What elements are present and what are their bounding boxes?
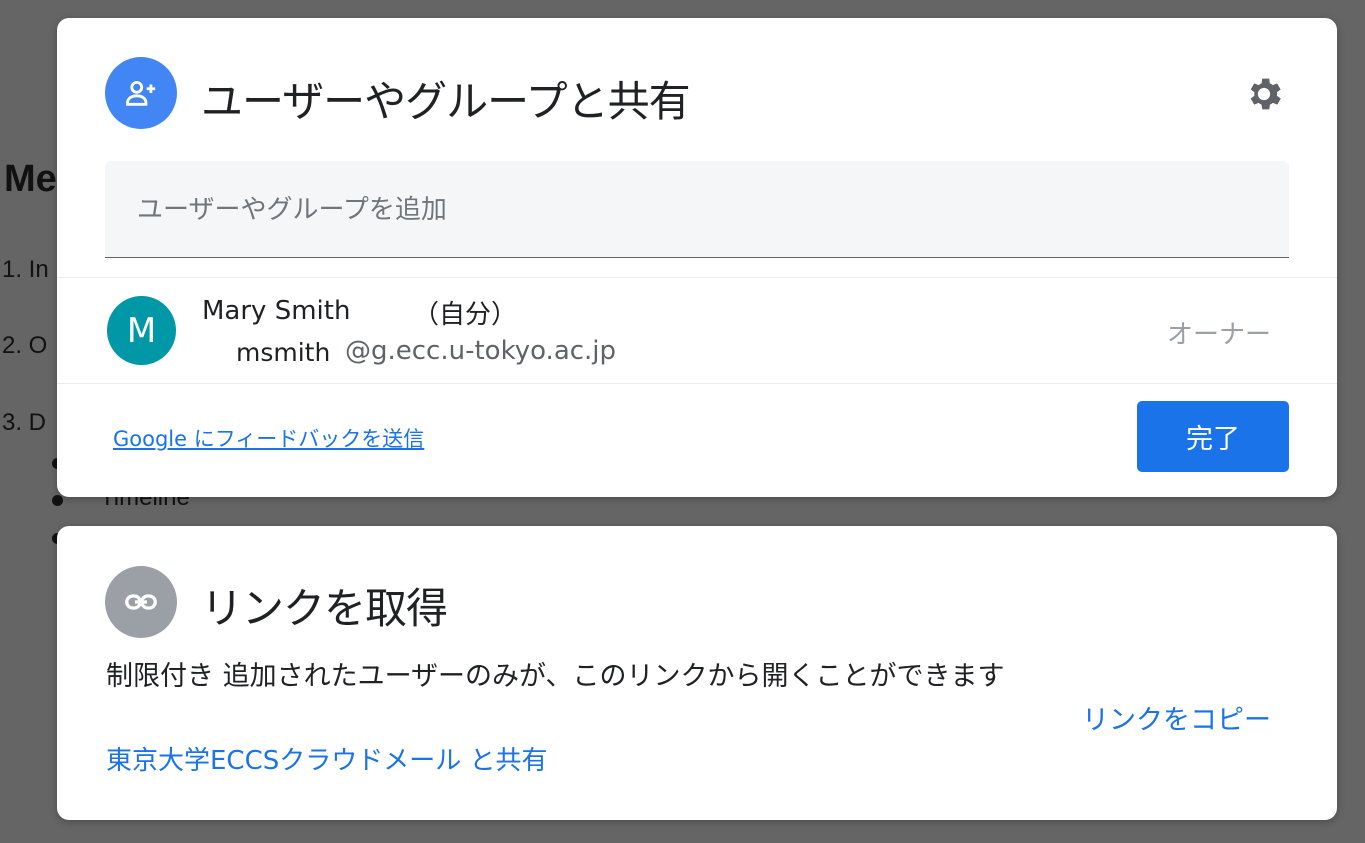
share-with-org-link[interactable]: 東京大学ECCSクラウドメール と共有 [106,740,548,777]
person-add-icon [105,57,177,129]
link-icon [105,566,177,638]
avatar: M [107,296,176,365]
get-link-title: リンクを取得 [201,584,448,633]
doc-list-item: 1. In [2,256,49,283]
copy-link-button[interactable]: リンクをコピー [1082,698,1271,737]
doc-list-item: 3. D [2,409,47,436]
member-role: オーナー [1166,320,1271,350]
share-dialog-title: ユーザーやグループと共有 [201,77,691,126]
member-self-label: （自分） [413,300,518,330]
member-name: Mary Smith [202,296,351,326]
done-button[interactable]: 完了 [1137,401,1289,472]
link-restriction-text: 制限付き 追加されたユーザーのみが、このリンクから開くことができます [106,661,1005,692]
add-people-input[interactable] [135,187,1239,233]
gear-icon[interactable] [1241,71,1287,117]
get-link-dialog: リンクを取得 制限付き 追加されたユーザーのみが、このリンクから開くことができま… [57,526,1337,820]
bullet-point [52,495,63,506]
add-people-field[interactable] [105,161,1289,258]
member-username: msmith [236,338,331,367]
member-email-domain: @g.ecc.u-tokyo.ac.jp [345,336,617,366]
doc-list-item: 2. O [2,332,48,359]
share-dialog: ユーザーやグループと共有 M Mary Smith （自分） msmith @g… [57,18,1337,497]
feedback-link[interactable]: Google にフィードバックを送信 [113,423,424,453]
doc-heading: Me [4,158,57,200]
member-row: M Mary Smith （自分） msmith @g.ecc.u-tokyo.… [57,277,1337,384]
